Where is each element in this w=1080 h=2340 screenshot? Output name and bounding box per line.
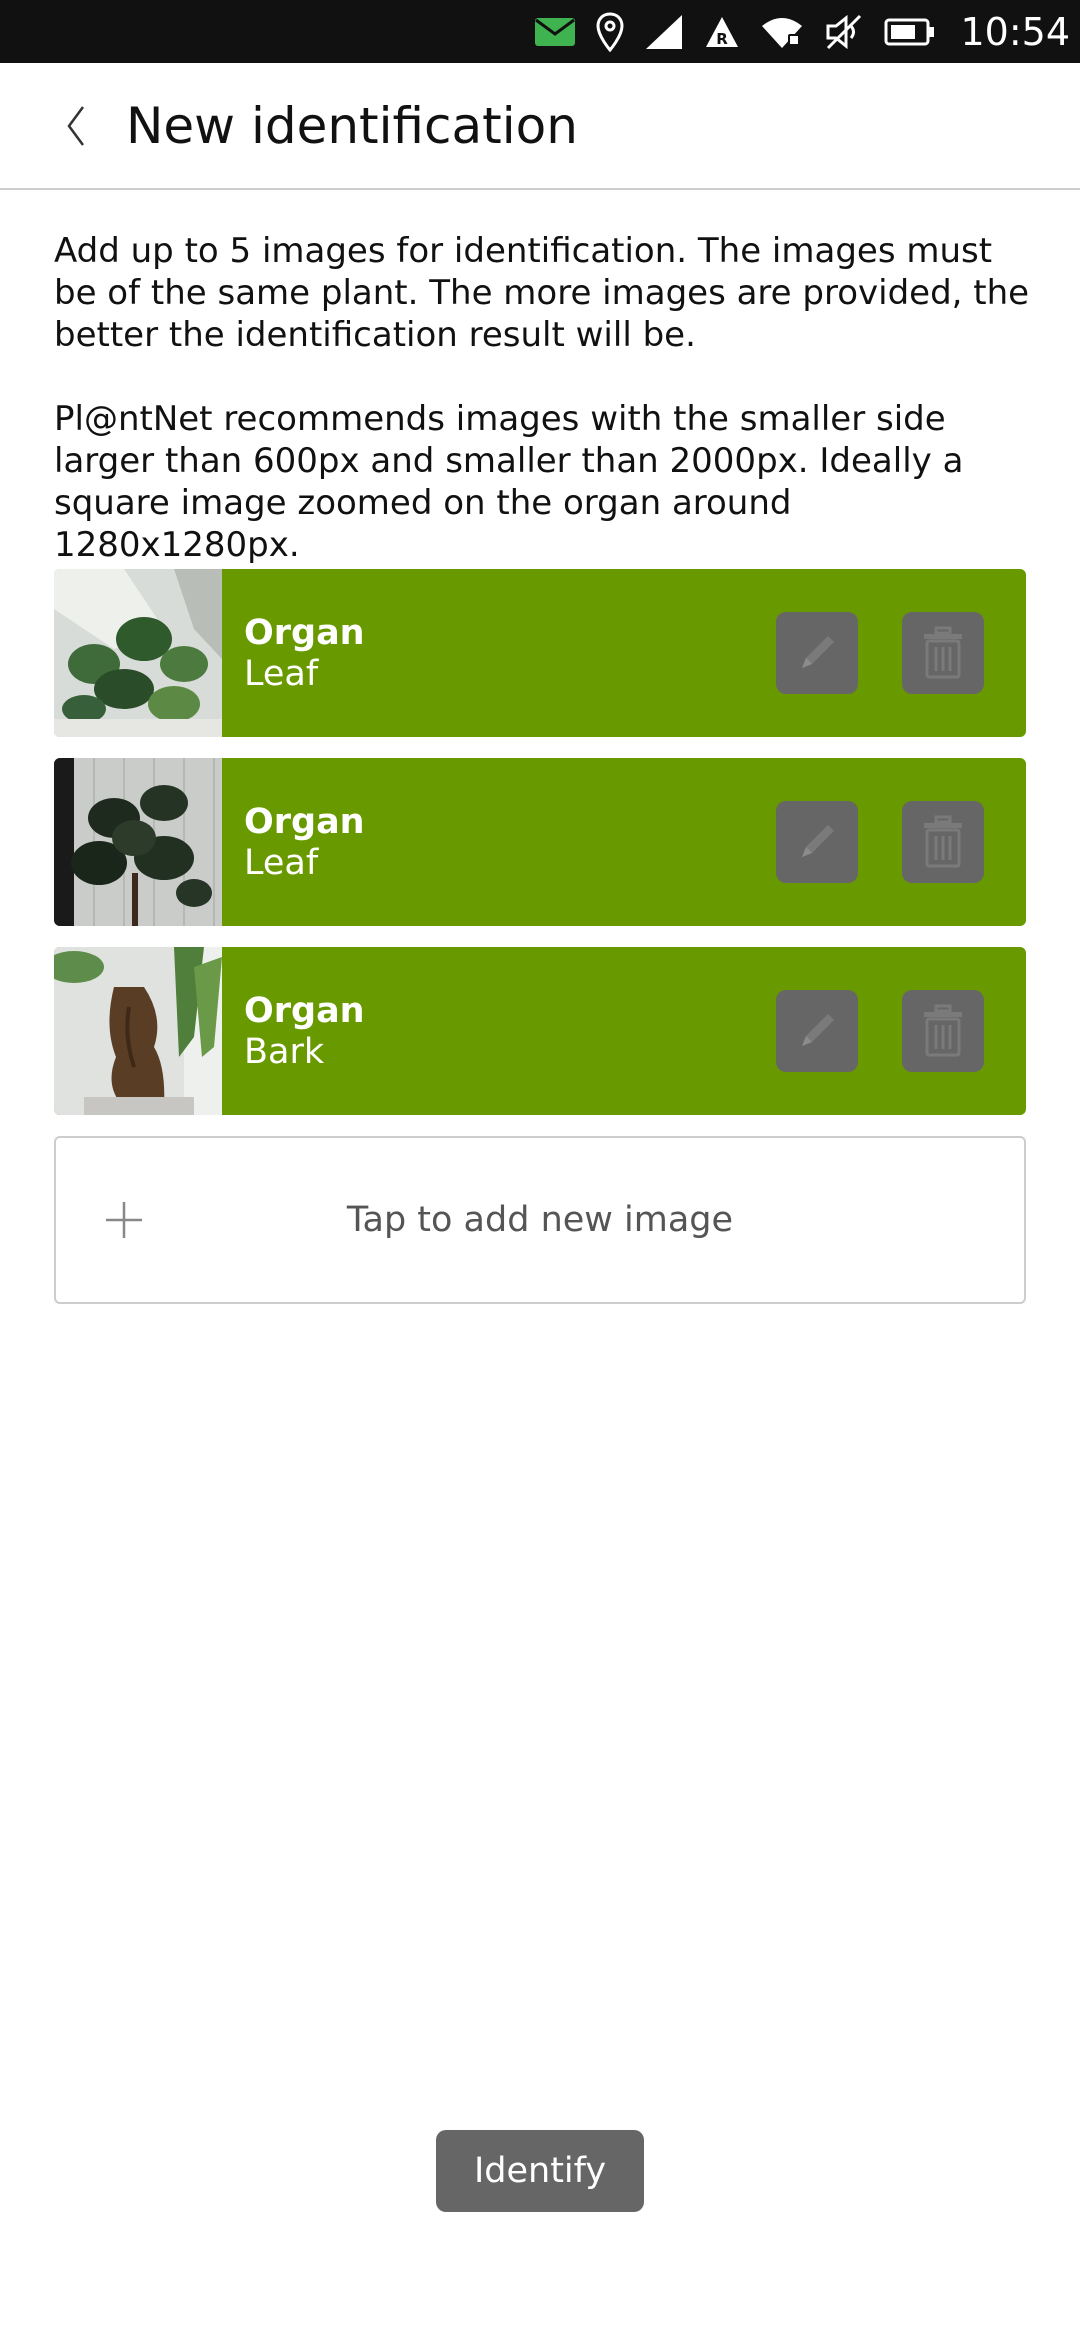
identify-button[interactable]: Identify — [436, 2130, 644, 2212]
location-icon — [596, 0, 624, 63]
roaming-icon: R — [704, 0, 740, 63]
pencil-icon — [802, 825, 834, 857]
chevron-left-icon — [67, 105, 85, 146]
delete-button[interactable] — [902, 612, 984, 694]
edit-button[interactable] — [776, 990, 858, 1072]
status-bar: R 10:54 — [0, 0, 1080, 63]
image-row[interactable]: Organ Leaf — [54, 569, 1026, 737]
trash-icon — [924, 626, 962, 679]
message-icon — [534, 0, 576, 63]
status-time: 10:54 — [960, 9, 1070, 54]
delete-button[interactable] — [902, 990, 984, 1072]
organ-value: Leaf — [244, 654, 319, 694]
add-image-label: Tap to add new image — [346, 1200, 734, 1240]
image-list: Organ Leaf Organ Leaf Organ Bark — [54, 569, 1026, 1136]
intro-paragraph-2: Pl@ntNet recommends images with the smal… — [54, 399, 964, 565]
plant-thumbnail — [54, 758, 222, 926]
trash-icon — [924, 815, 962, 868]
wifi-icon — [760, 0, 804, 63]
pencil-icon — [802, 636, 834, 668]
organ-text: Organ Leaf — [244, 612, 776, 694]
muted-speaker-icon — [824, 0, 864, 63]
back-button[interactable] — [36, 86, 116, 166]
app-header: New identification — [0, 63, 1080, 190]
edit-button[interactable] — [776, 801, 858, 883]
delete-button[interactable] — [902, 801, 984, 883]
image-row[interactable]: Organ Leaf — [54, 758, 1026, 926]
intro-text: Add up to 5 images for identification. T… — [54, 230, 1034, 608]
organ-value: Leaf — [244, 843, 319, 883]
trash-icon — [924, 1004, 962, 1057]
signal-icon — [644, 0, 684, 63]
organ-value: Bark — [244, 1032, 325, 1072]
pencil-icon — [802, 1014, 834, 1046]
organ-label: Organ — [244, 802, 365, 842]
plant-thumbnail — [54, 569, 222, 737]
organ-label: Organ — [244, 991, 365, 1031]
battery-icon — [884, 0, 936, 63]
edit-button[interactable] — [776, 612, 858, 694]
page-title: New identification — [126, 96, 578, 155]
image-row[interactable]: Organ Bark — [54, 947, 1026, 1115]
plant-thumbnail — [54, 947, 222, 1115]
plus-icon — [94, 1190, 154, 1250]
organ-text: Organ Leaf — [244, 801, 776, 883]
organ-text: Organ Bark — [244, 990, 776, 1072]
svg-text:R: R — [717, 30, 729, 48]
organ-label: Organ — [244, 613, 365, 653]
add-image-button[interactable]: Tap to add new image — [54, 1136, 1026, 1304]
intro-paragraph-1: Add up to 5 images for identification. T… — [54, 231, 1030, 355]
